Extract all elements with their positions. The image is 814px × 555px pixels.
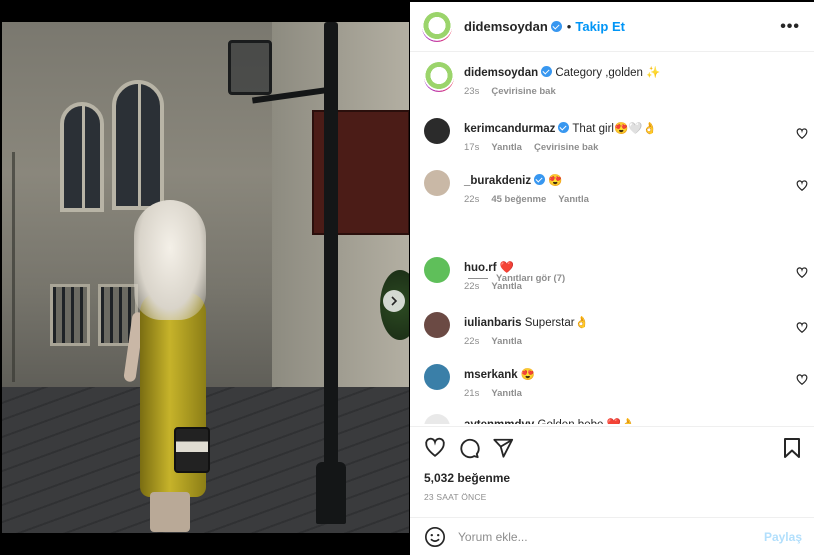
comment-action[interactable]: Yanıtla (558, 194, 589, 205)
separator-dot: • (566, 19, 572, 34)
comment-text: Golden bebe ❤️👌 (538, 419, 636, 424)
comment-meta: 22s Yanıtla (464, 336, 522, 347)
comment-input[interactable] (458, 529, 748, 544)
comment-text: That girl😍🤍👌 (572, 123, 657, 135)
caption-meta: 23s Çevirisine bak (464, 86, 556, 97)
caption-time: 23s (464, 86, 480, 97)
comment-like-heart-icon[interactable] (796, 128, 808, 140)
comment-text: 😍 (520, 369, 536, 381)
verified-badge-icon (541, 66, 553, 77)
caption-text: Category ,golden ✨ (555, 67, 661, 79)
likes-count[interactable]: 5,032 beğenme (424, 471, 510, 485)
comment-icon[interactable] (458, 437, 480, 459)
post-image[interactable] (2, 22, 409, 533)
follow-button[interactable]: Takip Et (575, 19, 625, 34)
translate-link[interactable]: Çevirisine bak (491, 86, 555, 97)
post-actions: 5,032 beğenme 23 SAAT ÖNCE (410, 426, 814, 521)
verified-badge-icon (550, 21, 562, 32)
comments-list[interactable]: didemsoydan Category ,golden ✨ 23s Çevir… (410, 54, 814, 424)
comment-action[interactable]: Çevirisine bak (534, 142, 598, 153)
chevron-right-icon (391, 296, 398, 306)
caption-username[interactable]: didemsoydan (464, 67, 538, 79)
avatar[interactable] (424, 312, 450, 338)
woman-legs (150, 492, 190, 532)
barred-window (50, 284, 90, 346)
comment-username[interactable]: kerimcandurmaz (464, 123, 555, 135)
comment-time: 21s (464, 388, 480, 399)
lamp-post (324, 22, 338, 517)
comment-action[interactable]: 45 beğenme (491, 194, 546, 205)
comment-time: 22s (464, 336, 480, 347)
heart-icon[interactable] (424, 437, 446, 459)
post-comment-button[interactable]: Paylaş (764, 530, 802, 544)
comment-username[interactable]: aytenmmdvv (464, 419, 534, 424)
smiley-icon[interactable] (424, 526, 446, 548)
bookmark-icon[interactable] (782, 437, 802, 459)
comment-username[interactable]: _burakdeniz (464, 175, 531, 187)
caption-body: didemsoydan Category ,golden ✨ (464, 66, 784, 80)
street-lamp-head (228, 40, 272, 95)
arched-window (60, 102, 104, 212)
platinum-hair (134, 200, 206, 320)
header-username[interactable]: didemsoydan (464, 19, 548, 34)
avatar[interactable] (424, 62, 454, 92)
comment-meta: 22s 45 beğenme Yanıtla (464, 194, 589, 205)
view-replies-button[interactable]: Yanıtları gör (7) (468, 273, 565, 284)
instagram-post-modal: didemsoydan • Takip Et ••• didemsoydan C… (0, 0, 814, 555)
comment-body: mserkank 😍 (464, 368, 784, 382)
comment-text: Superstar👌 (524, 317, 589, 329)
comment-body: aytenmmdvv Golden bebe ❤️👌 (464, 418, 784, 424)
add-comment-bar: Paylaş (410, 517, 814, 555)
carousel-next-button[interactable] (383, 290, 405, 312)
avatar[interactable] (424, 364, 450, 390)
send-icon[interactable] (492, 437, 514, 459)
comment-body: iulianbaris Superstar👌 (464, 316, 784, 330)
avatar[interactable] (424, 170, 450, 196)
comment-time: 17s (464, 142, 480, 153)
comment-like-heart-icon[interactable] (796, 180, 808, 192)
lamp-post-base (316, 462, 346, 524)
more-options-icon[interactable]: ••• (780, 18, 800, 36)
comment-like-heart-icon[interactable] (796, 267, 808, 279)
comment-meta: 17s Yanıtla Çevirisine bak (464, 142, 598, 153)
comment-action[interactable]: Yanıtla (491, 388, 522, 399)
comment-action[interactable]: Yanıtla (491, 336, 522, 347)
avatar[interactable] (424, 257, 450, 283)
verified-badge-icon (534, 174, 546, 185)
post-timestamp: 23 SAAT ÖNCE (424, 492, 487, 502)
comment-meta: 21s Yanıtla (464, 388, 522, 399)
comment-username[interactable]: iulianbaris (464, 317, 522, 329)
post-details-panel: didemsoydan • Takip Et ••• didemsoydan C… (410, 2, 814, 555)
post-header: didemsoydan • Takip Et ••• (410, 2, 814, 52)
avatar[interactable] (422, 11, 452, 42)
verified-badge-icon (558, 122, 570, 133)
comment-body: _burakdeniz 😍 (464, 174, 784, 188)
comment-like-heart-icon[interactable] (796, 374, 808, 386)
arched-window (112, 80, 164, 210)
comment-like-heart-icon[interactable] (796, 322, 808, 334)
action-icons (424, 437, 514, 459)
avatar[interactable] (424, 414, 450, 424)
comment-body: kerimcandurmaz That girl😍🤍👌 (464, 122, 784, 136)
handbag (174, 427, 210, 473)
comment-text: 😍 (548, 175, 563, 187)
comment-username[interactable]: mserkank (464, 369, 518, 381)
comment-action[interactable]: Yanıtla (491, 142, 522, 153)
avatar[interactable] (424, 118, 450, 144)
comment-time: 22s (464, 194, 480, 205)
